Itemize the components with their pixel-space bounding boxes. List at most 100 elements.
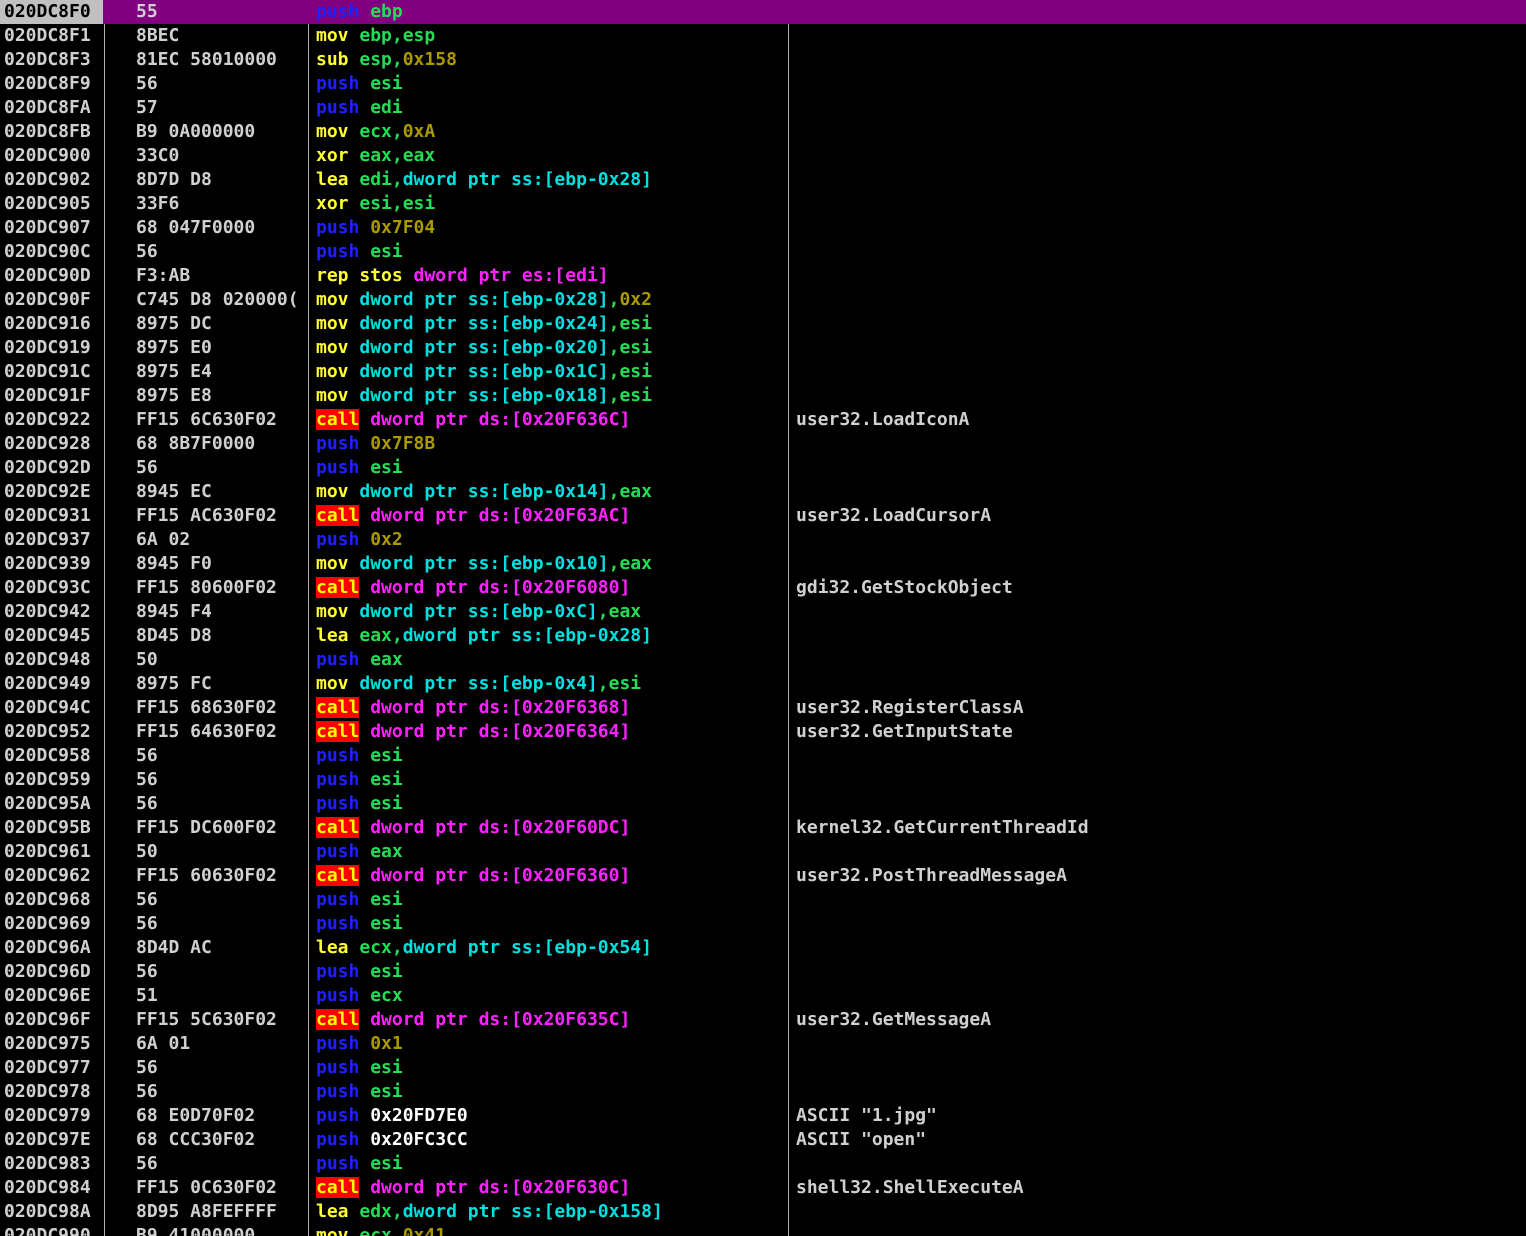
disasm-row[interactable]: 020DC8FA 57 push edi: [0, 96, 1526, 120]
row-hex-bytes: B9 41000000: [136, 1225, 256, 1236]
disasm-row[interactable]: 020DC98A 8D95 A8FEFFFF lea edx,dword ptr s…: [0, 1200, 1526, 1224]
row-hex-bytes: 8945 EC: [136, 481, 212, 502]
disasm-row[interactable]: 020DC961 50 push eax: [0, 840, 1526, 864]
disasm-row[interactable]: 020DC90C 56 push esi: [0, 240, 1526, 264]
disasm-row[interactable]: 020DC979 68 E0D70F02 push 0x20FD7E0 ASCII "…: [0, 1104, 1526, 1128]
disasm-row[interactable]: 020DC942 8945 F4 mov dword ptr ss:[ebp-0xC…: [0, 600, 1526, 624]
row-comment: [796, 1200, 1516, 1224]
row-comment: user32.PostThreadMessageA: [796, 865, 1067, 886]
row-instruction: xor esi,esi: [316, 192, 786, 216]
disasm-row[interactable]: 020DC91C 8975 E4 mov dword ptr ss:[ebp-0x1…: [0, 360, 1526, 384]
disasm-row[interactable]: 020DC907 68 047F0000 push 0x7F04: [0, 216, 1526, 240]
disasm-row[interactable]: 020DC937 6A 02 push 0x2: [0, 528, 1526, 552]
disasm-row[interactable]: 020DC975 6A 01 push 0x1: [0, 1032, 1526, 1056]
instruction-operand: dword ptr ss:[ebp-0x24]: [359, 313, 609, 334]
disasm-row[interactable]: 020DC96F FF15 5C630F02 call dword ptr ds:[…: [0, 1008, 1526, 1032]
disasm-row[interactable]: 020DC8F0 55 push ebp: [0, 0, 1526, 24]
disasm-row[interactable]: 020DC948 50 push eax: [0, 648, 1526, 672]
row-comment: user32.LoadIconA: [796, 409, 970, 430]
disasm-row[interactable]: 020DC8FB B9 0A000000 mov ecx,0xA: [0, 120, 1526, 144]
disasm-row[interactable]: 020DC93C FF15 80600F02 call dword ptr ds:[…: [0, 576, 1526, 600]
instruction-mnemonic: push: [316, 1129, 360, 1150]
disasm-row[interactable]: 020DC945 8D45 D8 lea eax,dword ptr ss:[ebp…: [0, 624, 1526, 648]
instruction-operand: ,: [608, 481, 620, 502]
instruction-operand: dword ptr ds:[0x20F635C]: [370, 1009, 631, 1030]
disasm-row[interactable]: 020DC922 FF15 6C630F02 call dword ptr ds:[…: [0, 408, 1526, 432]
row-address: 020DC905: [4, 193, 91, 214]
instruction-mnemonic: lea: [316, 169, 349, 190]
instruction-operand: eax: [359, 145, 392, 166]
row-hex-bytes: FF15 5C630F02: [136, 1009, 277, 1030]
disasm-row[interactable]: 020DC8F9 56 push esi: [0, 72, 1526, 96]
disasm-row[interactable]: 020DC96E 51 push ecx: [0, 984, 1526, 1008]
row-instruction: push esi: [316, 792, 786, 816]
row-hex-bytes: 68 047F0000: [136, 217, 256, 238]
row-hex-bytes: 68 E0D70F02: [136, 1105, 256, 1126]
row-hex-bytes: 50: [136, 649, 158, 670]
disasm-row[interactable]: 020DC91F 8975 E8 mov dword ptr ss:[ebp-0x1…: [0, 384, 1526, 408]
disasm-row[interactable]: 020DC95B FF15 DC600F02 call dword ptr ds:[…: [0, 816, 1526, 840]
instruction-mnemonic: lea: [316, 937, 349, 958]
row-comment: user32.GetMessageA: [796, 1009, 992, 1030]
disasm-row[interactable]: 020DC96D 56 push esi: [0, 960, 1526, 984]
disasm-row[interactable]: 020DC984 FF15 0C630F02 call dword ptr ds:[…: [0, 1176, 1526, 1200]
disassembly-view[interactable]: 020DC8F0 55 push ebp 020DC8F1 8BEC mov ebp,es…: [0, 0, 1526, 1236]
disasm-row[interactable]: 020DC962 FF15 60630F02 call dword ptr ds:[…: [0, 864, 1526, 888]
instruction-mnemonic: push: [316, 1153, 360, 1174]
row-address: 020DC97E: [4, 1129, 91, 1150]
disasm-row[interactable]: 020DC928 68 8B7F0000 push 0x7F8B: [0, 432, 1526, 456]
row-comment: [796, 480, 1516, 504]
instruction-operand: ecx: [359, 937, 392, 958]
instruction-operand: esi: [608, 673, 642, 694]
instruction-mnemonic: push: [316, 97, 360, 118]
disasm-row[interactable]: 020DC916 8975 DC mov dword ptr ss:[ebp-0x2…: [0, 312, 1526, 336]
disasm-row[interactable]: 020DC94C FF15 68630F02 call dword ptr ds:[…: [0, 696, 1526, 720]
disasm-row[interactable]: 020DC92E 8945 EC mov dword ptr ss:[ebp-0x1…: [0, 480, 1526, 504]
disasm-row[interactable]: 020DC97E 68 CCC30F02 push 0x20FC3CC ASCII "…: [0, 1128, 1526, 1152]
instruction-mnemonic: call: [316, 817, 360, 838]
disasm-row[interactable]: 020DC96A 8D4D AC lea ecx,dword ptr ss:[ebp…: [0, 936, 1526, 960]
instruction-mnemonic: xor: [316, 193, 349, 214]
instruction-mnemonic: mov: [316, 361, 349, 382]
disasm-row[interactable]: 020DC902 8D7D D8 lea edi,dword ptr ss:[ebp…: [0, 168, 1526, 192]
row-instruction: push esi: [316, 456, 786, 480]
disasm-row[interactable]: 020DC952 FF15 64630F02 call dword ptr ds:[…: [0, 720, 1526, 744]
row-address: 020DC948: [4, 649, 91, 670]
row-instruction: push esi: [316, 1152, 786, 1176]
instruction-operand: esi: [619, 337, 652, 358]
disasm-row[interactable]: 020DC958 56 push esi: [0, 744, 1526, 768]
row-comment: [796, 1152, 1516, 1176]
disasm-row[interactable]: 020DC900 33C0 xor eax,eax: [0, 144, 1526, 168]
disasm-row[interactable]: 020DC978 56 push esi: [0, 1080, 1526, 1104]
instruction-mnemonic: call: [316, 577, 360, 598]
row-instruction: mov ebp,esp: [316, 24, 786, 48]
disasm-row[interactable]: 020DC949 8975 FC mov dword ptr ss:[ebp-0x4…: [0, 672, 1526, 696]
disasm-row[interactable]: 020DC95A 56 push esi: [0, 792, 1526, 816]
row-address: 020DC961: [4, 841, 91, 862]
disasm-row[interactable]: 020DC959 56 push esi: [0, 768, 1526, 792]
instruction-operand: eax: [619, 481, 652, 502]
row-address: 020DC96E: [4, 985, 91, 1006]
disasm-row[interactable]: 020DC969 56 push esi: [0, 912, 1526, 936]
disasm-row[interactable]: 020DC90F C745 D8 020000(mov dword ptr ss:…: [0, 288, 1526, 312]
disasm-row[interactable]: 020DC931 FF15 AC630F02 call dword ptr ds:[…: [0, 504, 1526, 528]
instruction-operand: 0x1: [370, 1033, 403, 1054]
row-hex-bytes: FF15 80600F02: [136, 577, 277, 598]
disasm-row[interactable]: 020DC92D 56 push esi: [0, 456, 1526, 480]
instruction-operand: ,: [391, 1201, 403, 1222]
disasm-row[interactable]: 020DC968 56 push esi: [0, 888, 1526, 912]
row-hex-bytes: FF15 AC630F02: [136, 505, 277, 526]
disasm-row[interactable]: 020DC8F3 81EC 58010000 sub esp,0x158: [0, 48, 1526, 72]
disasm-row[interactable]: 020DC8F1 8BEC mov ebp,esp: [0, 24, 1526, 48]
disasm-row[interactable]: 020DC90D F3:AB rep stos dword ptr es:[edi]: [0, 264, 1526, 288]
disasm-row[interactable]: 020DC905 33F6 xor esi,esi: [0, 192, 1526, 216]
instruction-operand: ,: [391, 49, 403, 70]
disasm-row[interactable]: 020DC919 8975 E0 mov dword ptr ss:[ebp-0x2…: [0, 336, 1526, 360]
row-hex-bytes: FF15 0C630F02: [136, 1177, 277, 1198]
disasm-row[interactable]: 020DC939 8945 F0 mov dword ptr ss:[ebp-0x1…: [0, 552, 1526, 576]
disasm-row[interactable]: 020DC990 B9 41000000 mov ecx,0x41: [0, 1224, 1526, 1236]
disasm-row[interactable]: 020DC977 56 push esi: [0, 1056, 1526, 1080]
instruction-mnemonic: mov: [316, 25, 349, 46]
disasm-row[interactable]: 020DC983 56 push esi: [0, 1152, 1526, 1176]
instruction-mnemonic: push: [316, 985, 360, 1006]
